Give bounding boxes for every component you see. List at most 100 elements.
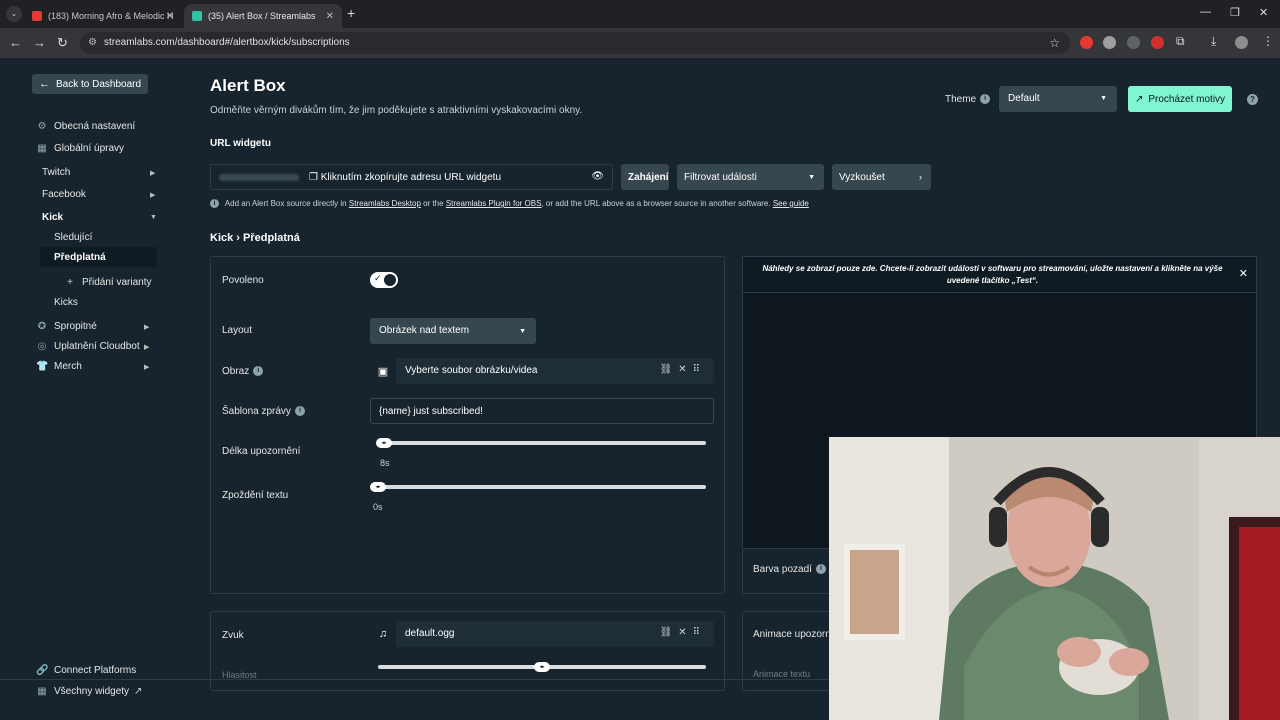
text-delay-label: Zpoždění textu	[222, 490, 289, 501]
eye-icon[interactable]: 👁	[591, 171, 604, 182]
sidebar-item-twitch[interactable]: Twitch ▶	[42, 167, 156, 178]
layout-select[interactable]: Obrázek nad textem ▼	[370, 318, 536, 344]
grid-icon[interactable]: ⠿	[693, 364, 706, 375]
sidebar-item-label: Předplatná	[54, 252, 106, 263]
add-variation-button[interactable]: + Přidání varianty	[64, 277, 151, 288]
link-icon[interactable]: ⛓	[660, 627, 679, 638]
connect-platforms-link[interactable]: 🔗 Connect Platforms	[36, 665, 136, 676]
toggle-knob	[384, 274, 396, 286]
widget-url-field[interactable]: ❐ Kliknutím zkopírujte adresu URL widget…	[210, 164, 613, 190]
streamlabs-desktop-link[interactable]: Streamlabs Desktop	[349, 199, 421, 208]
info-icon[interactable]: i	[815, 564, 826, 575]
info-icon[interactable]: i	[294, 406, 305, 417]
sidebar-item-label: Kicks	[54, 297, 78, 308]
sidebar-item-label: Kick	[42, 212, 64, 223]
extension-icon[interactable]	[1103, 36, 1116, 49]
url-text[interactable]: streamlabs.com/dashboard#/alertbox/kick/…	[104, 37, 350, 48]
sidebar-item-merch[interactable]: 👕 Merch ▶	[36, 361, 152, 372]
link-icon[interactable]: ⛓	[660, 364, 679, 375]
new-tab-button[interactable]: +	[347, 5, 355, 21]
tab-list-button[interactable]: ⌄	[6, 6, 22, 22]
text-delay-slider-handle[interactable]: ◂▸	[370, 482, 386, 492]
close-tab-icon[interactable]: ✕	[326, 11, 334, 22]
hidden-url	[219, 174, 299, 181]
copy-url-text[interactable]: ❐ Kliknutím zkopírujte adresu URL widget…	[309, 172, 501, 183]
sidebar-item-general[interactable]: ⚙ Obecná nastavení	[36, 121, 136, 132]
address-bar[interactable]: ⚙ streamlabs.com/dashboard#/alertbox/kic…	[80, 32, 1070, 54]
close-icon[interactable]: ✕	[1239, 267, 1248, 280]
caret-right-icon: ▶	[150, 191, 156, 199]
tip-icon: ✪	[37, 321, 47, 332]
enabled-label: Povoleno	[222, 275, 264, 286]
menu-kebab-icon[interactable]: ⋮	[1262, 34, 1274, 48]
hint-text: , or add the URL above as a browser sour…	[541, 199, 771, 208]
theme-label: Theme i	[945, 94, 991, 105]
streamlabs-icon	[192, 11, 202, 21]
check-icon: ✓	[374, 273, 382, 283]
browser-tab[interactable]: (183) Morning Afro & Melodic H ✕	[24, 4, 182, 28]
sidebar-item-followers[interactable]: Sledující	[54, 232, 92, 243]
info-icon[interactable]: i	[980, 94, 991, 105]
extension-icon[interactable]	[1151, 36, 1164, 49]
settings-panel	[210, 256, 725, 594]
obs-plugin-link[interactable]: Streamlabs Plugin for OBS	[446, 199, 542, 208]
sound-label: Zvuk	[222, 630, 244, 641]
filter-events-select[interactable]: Filtrovat události ▼	[677, 164, 824, 190]
alert-duration-label: Délka upozornění	[222, 446, 301, 457]
restore-icon[interactable]: ❐	[1230, 6, 1240, 19]
info-icon[interactable]: i	[253, 366, 264, 377]
close-tab-icon[interactable]: ✕	[166, 11, 174, 22]
extension-icon[interactable]	[1080, 36, 1093, 49]
sidebar: ← Back to Dashboard ⚙ Obecná nastavení ▦…	[0, 58, 170, 720]
sidebar-item-global[interactable]: ▦ Globální úpravy	[36, 143, 124, 154]
image-icon: ▣	[370, 358, 396, 384]
image-label: Obraz i	[222, 366, 264, 377]
help-icon[interactable]: ?	[1247, 94, 1258, 105]
chevron-right-icon: ›	[919, 172, 922, 182]
message-template-input[interactable]: {name} just subscribed!	[370, 398, 714, 424]
theme-select[interactable]: Default ▼	[999, 86, 1117, 112]
duration-slider-track[interactable]	[378, 441, 706, 445]
see-guide-link[interactable]: See guide	[773, 199, 809, 208]
back-to-dashboard-button[interactable]: ← Back to Dashboard	[32, 74, 149, 94]
close-icon[interactable]: ✕	[678, 627, 692, 638]
close-window-icon[interactable]: ✕	[1259, 6, 1268, 19]
sidebar-item-facebook[interactable]: Facebook ▶	[42, 189, 156, 200]
all-widgets-link[interactable]: ▦ Všechny widgety ↗	[36, 686, 142, 697]
image-file-field[interactable]: ▣ Vyberte soubor obrázku/videa ⛓✕⠿	[370, 358, 714, 384]
reload-icon[interactable]: ↻	[57, 35, 68, 51]
browser-tab-active[interactable]: (35) Alert Box / Streamlabs ✕	[184, 4, 342, 28]
site-info-icon[interactable]: ⚙	[88, 37, 97, 48]
back-icon[interactable]: ←	[9, 35, 22, 50]
minimize-icon[interactable]: —	[1200, 6, 1211, 18]
sidebar-item-tips[interactable]: ✪ Spropitné ▶	[36, 321, 152, 332]
test-button[interactable]: Vyzkoušet ›	[832, 164, 931, 190]
sidebar-item-cloudbot[interactable]: ◎ Uplatnění Cloudbot ▶	[36, 341, 152, 352]
widget-url-label: URL widgetu	[210, 138, 271, 149]
enabled-toggle[interactable]: ✓	[370, 272, 398, 288]
sidebar-item-subscriptions[interactable]: Předplatná	[54, 252, 106, 263]
volume-slider-handle[interactable]: ◂▸	[534, 662, 550, 672]
sidebar-item-kicks[interactable]: Kicks	[54, 297, 78, 308]
gear-icon: ⚙	[37, 121, 47, 132]
forward-icon[interactable]: →	[33, 35, 46, 50]
download-icon[interactable]: ⤓	[1211, 34, 1216, 49]
sidebar-item-kick[interactable]: Kick ▼	[42, 212, 157, 223]
sound-file-field[interactable]: ♫ default.ogg ⛓✕⠿	[370, 621, 714, 647]
caret-right-icon: ▶	[144, 323, 150, 331]
image-label-text: Obraz	[222, 366, 250, 377]
bookmark-star-icon[interactable]: ☆	[1049, 36, 1060, 50]
duration-slider-handle[interactable]: ◂▸	[376, 438, 392, 448]
launch-button[interactable]: Zahájení	[621, 164, 669, 190]
extensions-puzzle-icon[interactable]: ⧉	[1176, 34, 1185, 49]
test-label: Vyzkoušet	[839, 171, 885, 183]
profile-avatar[interactable]	[1235, 36, 1248, 49]
close-icon[interactable]: ✕	[678, 364, 692, 375]
sidebar-item-label: Twitch	[42, 167, 71, 178]
browse-themes-button[interactable]: ↗ Procházet motivy	[1128, 86, 1232, 112]
bg-label-text: Barva pozadí	[753, 564, 812, 575]
caret-right-icon: ▶	[150, 169, 156, 177]
text-delay-slider-track[interactable]	[378, 485, 706, 489]
extension-icon[interactable]	[1127, 36, 1140, 49]
grid-icon[interactable]: ⠿	[693, 627, 706, 638]
